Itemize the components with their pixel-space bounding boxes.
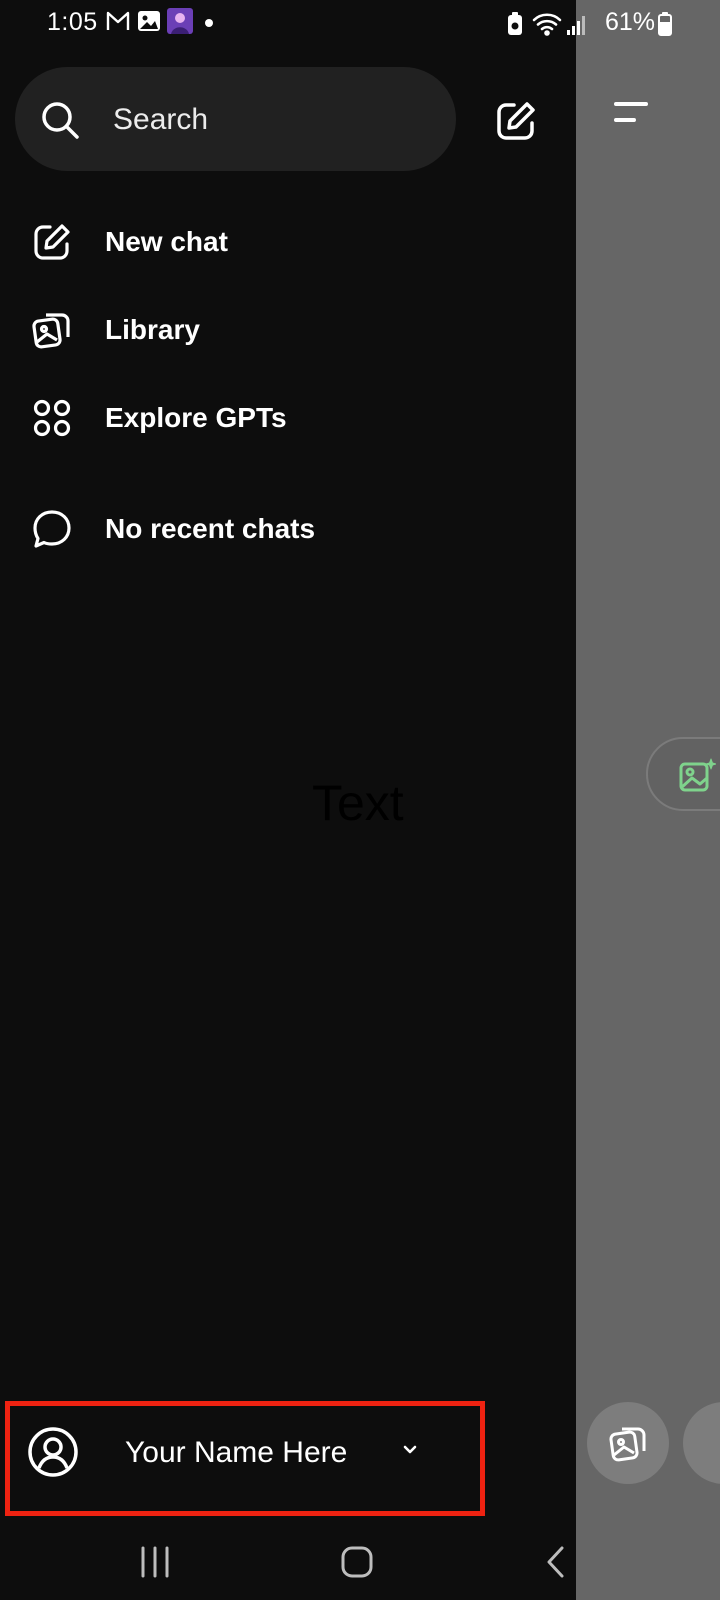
library-label: Library [105,314,200,345]
status-bar: 1:05 61% [0,0,720,50]
home-icon[interactable] [337,1542,377,1582]
highlight-box [5,1401,485,1516]
dimmed-chat-panel[interactable] [576,0,720,1600]
no-recent-chats-item: No recent chats [0,492,560,566]
create-image-suggestion[interactable] [646,737,720,811]
app-screen: Search New chat Library Explore GPTs No … [0,0,720,1600]
dot-icon [205,19,213,27]
compose-icon[interactable] [494,99,538,143]
gallery-icon [138,11,160,31]
new-chat-item[interactable]: New chat [0,205,560,279]
recents-icon[interactable] [137,1542,177,1582]
no-recent-chats-label: No recent chats [105,513,316,544]
battery-percent: 61% [605,8,656,36]
wifi-icon [532,13,562,36]
battery-saver-icon [508,12,522,35]
battery-icon [658,12,672,36]
explore-gpts-label: Explore GPTs [105,402,287,433]
more-shortcut-button[interactable] [683,1402,720,1484]
library-icon [32,313,70,349]
back-icon[interactable] [537,1542,577,1582]
grid-icon [33,399,71,437]
signal-icon [567,16,585,35]
explore-gpts-item[interactable]: Explore GPTs [0,381,560,455]
library-shortcut-button[interactable] [587,1402,669,1484]
library-icon [609,1427,646,1462]
search-placeholder: Search [113,103,209,136]
search-icon [42,102,79,139]
system-navigation-bar [0,1522,720,1600]
search-input[interactable]: Search [15,67,456,171]
new-chat-label: New chat [105,226,228,257]
chat-bubble-icon [33,510,71,548]
clock: 1:05 [47,8,98,36]
side-drawer: Search New chat Library Explore GPTs No … [0,0,576,1600]
menu-icon[interactable] [612,100,652,124]
library-item[interactable]: Library [0,293,560,367]
image-sparkle-icon [679,758,716,792]
app-avatar-icon [167,8,193,34]
gmail-icon [106,11,130,30]
overlay-text: Text [312,775,404,831]
edit-icon [34,224,70,260]
